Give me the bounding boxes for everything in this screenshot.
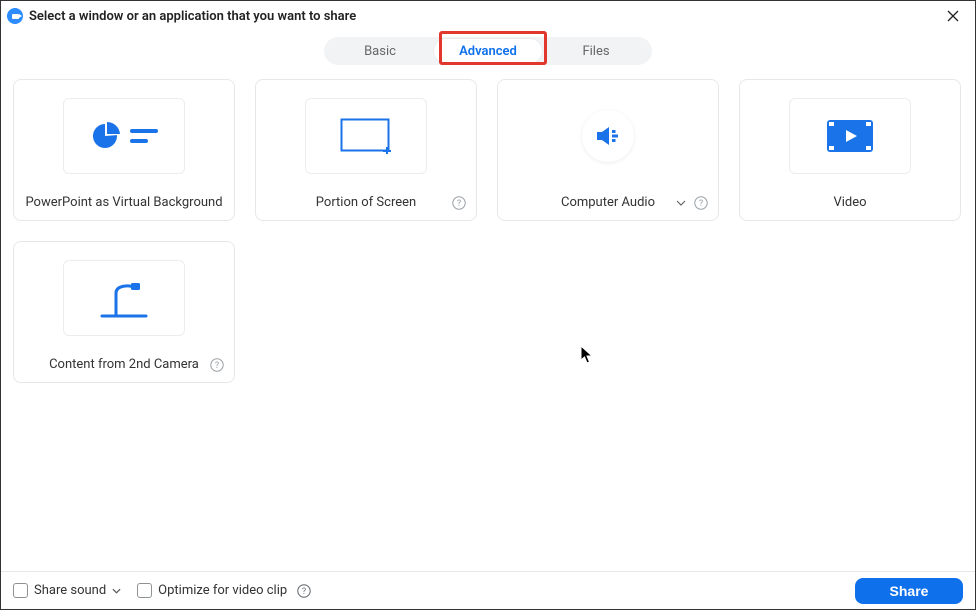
- film-play-icon: [827, 120, 873, 152]
- optimize-video-label: Optimize for video clip: [158, 583, 287, 598]
- pie-chart-icon: [90, 121, 120, 151]
- lines-icon: [130, 127, 158, 145]
- help-icon[interactable]: ?: [297, 584, 311, 598]
- tabs: Basic Advanced Files: [324, 37, 652, 65]
- card-preview: [63, 260, 185, 336]
- portion-screen-icon: [340, 118, 392, 154]
- card-label: Content from 2nd Camera: [49, 357, 199, 372]
- card-preview: [582, 110, 634, 162]
- app-icon: [7, 8, 23, 24]
- card-video[interactable]: Video: [739, 79, 961, 221]
- checkbox-box: [137, 583, 152, 598]
- doc-camera-icon: [96, 277, 152, 319]
- help-icon[interactable]: ?: [694, 196, 708, 210]
- cards-grid: PowerPoint as Virtual Background Portion…: [1, 77, 975, 383]
- card-preview: [63, 98, 185, 174]
- card-label: Video: [833, 195, 866, 210]
- close-button[interactable]: [939, 5, 967, 27]
- checkbox-box: [13, 583, 28, 598]
- card-label: Portion of Screen: [316, 195, 416, 210]
- help-icon[interactable]: ?: [210, 358, 224, 372]
- share-sound-label: Share sound: [34, 583, 106, 598]
- tab-basic[interactable]: Basic: [326, 39, 434, 63]
- close-icon: [947, 10, 959, 22]
- optimize-video-checkbox[interactable]: Optimize for video clip: [137, 583, 287, 598]
- svg-text:?: ?: [302, 587, 306, 597]
- share-sound-checkbox[interactable]: Share sound: [13, 583, 121, 598]
- card-label: PowerPoint as Virtual Background: [25, 195, 222, 210]
- card-content-2nd-camera[interactable]: Content from 2nd Camera ?: [13, 241, 235, 383]
- svg-text:?: ?: [457, 199, 461, 209]
- card-ppt-virtual-bg[interactable]: PowerPoint as Virtual Background: [13, 79, 235, 221]
- tab-advanced[interactable]: Advanced: [434, 39, 542, 63]
- svg-text:?: ?: [215, 361, 219, 371]
- tabs-container: Basic Advanced Files: [1, 31, 975, 77]
- speaker-icon: [595, 125, 621, 147]
- footer: Share sound Optimize for video clip ? Sh…: [1, 571, 975, 609]
- card-computer-audio[interactable]: Computer Audio ?: [497, 79, 719, 221]
- help-icon[interactable]: ?: [452, 196, 466, 210]
- share-button[interactable]: Share: [855, 578, 963, 604]
- tab-files[interactable]: Files: [542, 39, 650, 63]
- card-portion-of-screen[interactable]: Portion of Screen ?: [255, 79, 477, 221]
- chevron-down-icon[interactable]: [674, 196, 688, 210]
- svg-text:?: ?: [699, 199, 703, 209]
- card-preview: [789, 98, 911, 174]
- window-header: Select a window or an application that y…: [1, 1, 975, 31]
- chevron-down-icon[interactable]: [112, 588, 121, 594]
- card-preview: [305, 98, 427, 174]
- card-label: Computer Audio: [561, 195, 655, 210]
- window-title: Select a window or an application that y…: [29, 9, 356, 24]
